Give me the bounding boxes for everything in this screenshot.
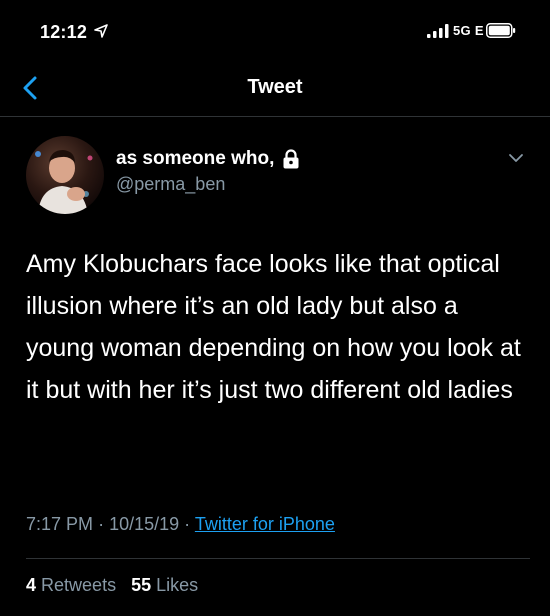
tweet-stats: 4 Retweets 55 Likes	[26, 575, 208, 596]
retweets-stat[interactable]: 4 Retweets	[26, 575, 116, 595]
battery-icon	[486, 23, 516, 38]
nav-bar: Tweet	[0, 62, 550, 117]
chevron-down-icon[interactable]	[508, 152, 524, 164]
meta-separator: ·	[184, 514, 191, 534]
lock-icon	[283, 149, 299, 169]
author-handle[interactable]: @perma_ben	[116, 174, 225, 195]
author-display-name[interactable]: as someone who,	[116, 148, 300, 170]
display-name-text: as someone who,	[116, 148, 275, 169]
tweet-meta: 7:17 PM · 10/15/19 · Twitter for iPhone	[26, 514, 335, 535]
avatar[interactable]	[26, 136, 104, 214]
tweet-source-link[interactable]: Twitter for iPhone	[195, 514, 335, 534]
likes-label: Likes	[156, 575, 199, 595]
signal-bars-icon	[427, 24, 449, 38]
status-time: 12:12	[40, 22, 88, 42]
page-title: Tweet	[247, 76, 303, 98]
meta-separator: ·	[98, 514, 105, 534]
network-type: 5G E	[453, 23, 484, 38]
likes-stat[interactable]: 55 Likes	[131, 575, 198, 595]
divider	[26, 558, 530, 559]
tweet-date: 10/15/19	[109, 514, 180, 534]
tweet-time: 7:17 PM	[26, 514, 94, 534]
retweets-count: 4	[26, 575, 37, 595]
tweet-text: Amy Klobuchars face looks like that opti…	[26, 250, 521, 404]
likes-count: 55	[131, 575, 152, 595]
status-bar: 12:12 5G E	[0, 0, 550, 60]
retweets-label: Retweets	[41, 575, 117, 595]
location-arrow-icon	[94, 24, 108, 38]
